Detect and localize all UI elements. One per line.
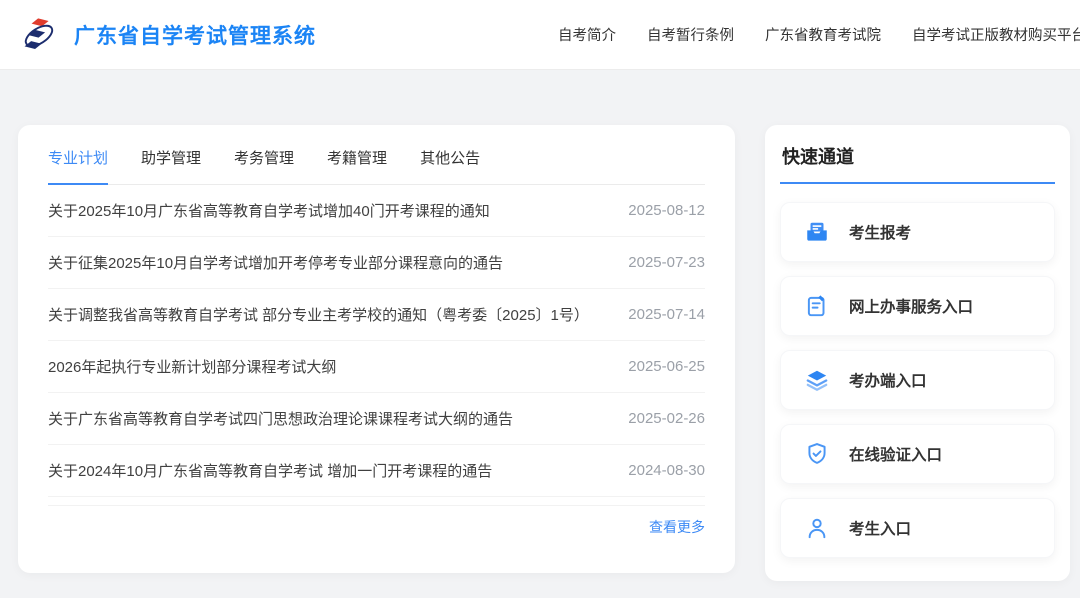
notice-date: 2025-08-12 bbox=[628, 202, 705, 219]
gdzk-logo-icon bbox=[18, 14, 60, 56]
notice-title[interactable]: 关于调整我省高等教育自学考试 部分专业主考学校的通知（粤考委〔2025〕1号） bbox=[48, 304, 589, 325]
notice-date: 2025-06-25 bbox=[628, 358, 705, 375]
quick-links: 考生报考 网上办事服务入口 考办端入口 在线验证入口 考生入口 bbox=[780, 202, 1055, 558]
nav-link-provisional-rules[interactable]: 自考暂行条例 bbox=[647, 24, 734, 45]
nav-link-textbook-platform[interactable]: 自学考试正版教材购买平台 bbox=[912, 24, 1080, 45]
quick-channel-title: 快速通道 bbox=[780, 125, 1055, 184]
page-title: 广东省自学考试管理系统 bbox=[74, 24, 316, 48]
list-item[interactable]: 关于2025年10月广东省高等教育自学考试增加40门开考课程的通知 2025-0… bbox=[48, 185, 705, 237]
tab-study-support[interactable]: 助学管理 bbox=[141, 147, 201, 185]
quick-link-label: 考办端入口 bbox=[849, 373, 927, 390]
notice-panel: 专业计划 助学管理 考务管理 考籍管理 其他公告 关于2025年10月广东省高等… bbox=[18, 125, 735, 573]
notice-date: 2025-07-14 bbox=[628, 306, 705, 323]
notice-list: 关于2025年10月广东省高等教育自学考试增加40门开考课程的通知 2025-0… bbox=[48, 185, 705, 497]
quick-link-online-verification[interactable]: 在线验证入口 bbox=[780, 424, 1055, 484]
layers-icon bbox=[804, 367, 830, 393]
quick-link-label: 网上办事服务入口 bbox=[849, 299, 974, 316]
notice-date: 2025-02-26 bbox=[628, 410, 705, 427]
quick-link-label: 在线验证入口 bbox=[849, 447, 943, 464]
notice-title[interactable]: 关于广东省高等教育自学考试四门思想政治理论课课程考试大纲的通告 bbox=[48, 408, 513, 429]
document-edit-icon bbox=[804, 293, 830, 319]
tab-other-notices[interactable]: 其他公告 bbox=[420, 147, 480, 185]
tab-major-plan[interactable]: 专业计划 bbox=[48, 147, 109, 185]
brand[interactable]: 广东省自学考试管理系统 bbox=[18, 14, 316, 56]
tab-exam-affairs[interactable]: 考务管理 bbox=[234, 147, 294, 185]
notice-title[interactable]: 2026年起执行专业新计划部分课程考试大纲 bbox=[48, 356, 336, 377]
user-icon bbox=[804, 515, 830, 541]
inbox-icon bbox=[804, 219, 830, 245]
quick-link-online-service[interactable]: 网上办事服务入口 bbox=[780, 276, 1055, 336]
tab-exam-records[interactable]: 考籍管理 bbox=[327, 147, 387, 185]
notice-title[interactable]: 关于征集2025年10月自学考试增加开考停考专业部分课程意向的通告 bbox=[48, 252, 503, 273]
quick-channel-panel: 快速通道 考生报考 网上办事服务入口 考办端入口 在线验证入口 考生入口 bbox=[765, 125, 1070, 581]
header: 广东省自学考试管理系统 自考简介 自考暂行条例 广东省教育考试院 自学考试正版教… bbox=[0, 0, 1080, 69]
shield-check-icon bbox=[804, 441, 830, 467]
list-item[interactable]: 关于2024年10月广东省高等教育自学考试 增加一门开考课程的通告 2024-0… bbox=[48, 445, 705, 497]
quick-link-label: 考生报考 bbox=[849, 225, 912, 242]
nav-link-zikao-intro[interactable]: 自考简介 bbox=[558, 24, 616, 45]
nav-link-education-exam-institute[interactable]: 广东省教育考试院 bbox=[765, 24, 881, 45]
notice-title[interactable]: 关于2024年10月广东省高等教育自学考试 增加一门开考课程的通告 bbox=[48, 460, 492, 481]
notice-date: 2024-08-30 bbox=[628, 462, 705, 479]
notice-footer: 查看更多 bbox=[48, 506, 705, 548]
quick-link-candidate-register[interactable]: 考生报考 bbox=[780, 202, 1055, 262]
list-item[interactable]: 关于广东省高等教育自学考试四门思想政治理论课课程考试大纲的通告 2025-02-… bbox=[48, 393, 705, 445]
quick-link-label: 考生入口 bbox=[849, 521, 912, 538]
notice-date: 2025-07-23 bbox=[628, 254, 705, 271]
notice-tabs: 专业计划 助学管理 考务管理 考籍管理 其他公告 bbox=[48, 125, 705, 185]
notice-title[interactable]: 关于2025年10月广东省高等教育自学考试增加40门开考课程的通知 bbox=[48, 200, 490, 221]
list-item[interactable]: 关于征集2025年10月自学考试增加开考停考专业部分课程意向的通告 2025-0… bbox=[48, 237, 705, 289]
quick-link-office-portal[interactable]: 考办端入口 bbox=[780, 350, 1055, 410]
view-more-link[interactable]: 查看更多 bbox=[649, 517, 705, 537]
quick-link-candidate-portal[interactable]: 考生入口 bbox=[780, 498, 1055, 558]
top-nav: 自考简介 自考暂行条例 广东省教育考试院 自学考试正版教材购买平台 bbox=[558, 24, 1080, 45]
list-item[interactable]: 2026年起执行专业新计划部分课程考试大纲 2025-06-25 bbox=[48, 341, 705, 393]
list-item[interactable]: 关于调整我省高等教育自学考试 部分专业主考学校的通知（粤考委〔2025〕1号） … bbox=[48, 289, 705, 341]
